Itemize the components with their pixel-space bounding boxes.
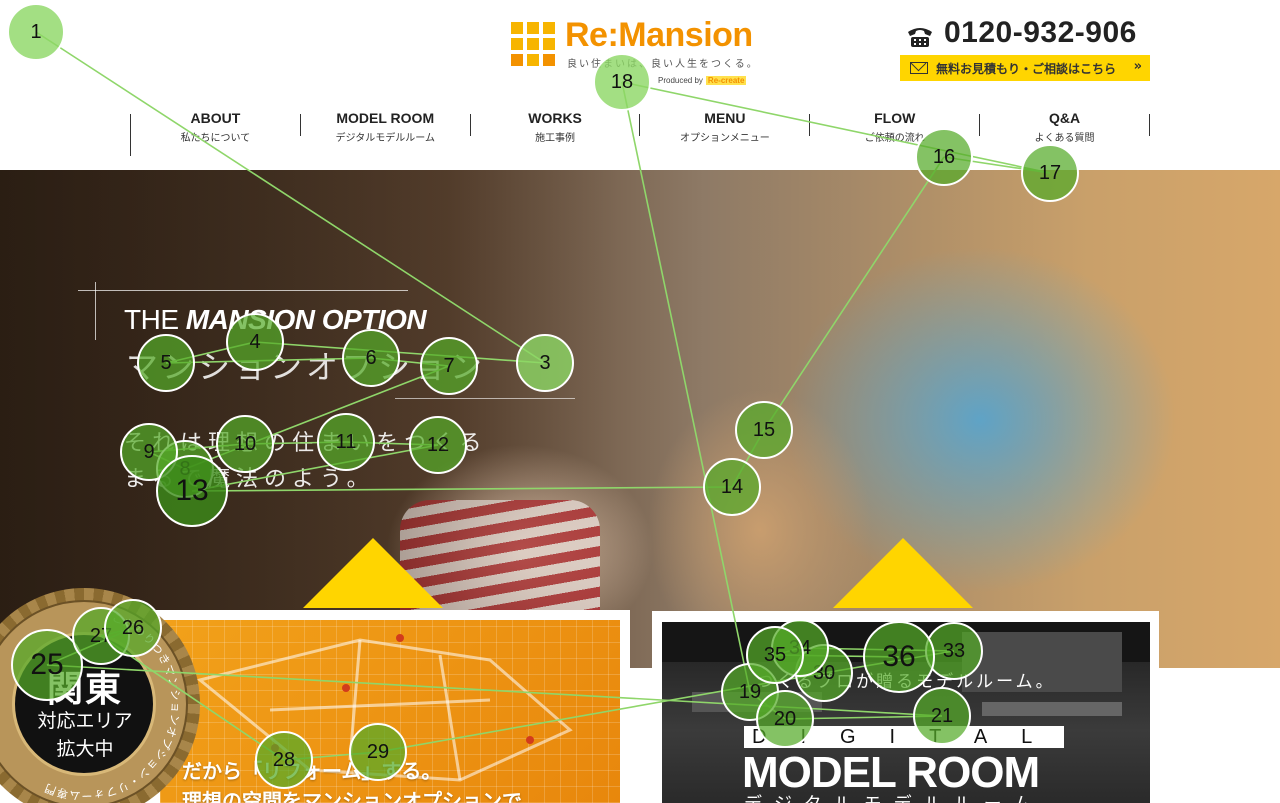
gaze-point: 36 [863,621,935,693]
nav-item-qa[interactable]: Q&A よくある質問 [980,110,1150,144]
gaze-point: 35 [746,626,804,684]
gaze-point: 17 [1021,144,1079,202]
nav-item-label: WORKS [528,110,582,126]
gaze-point: 6 [342,329,400,387]
gaze-point: 18 [593,53,651,111]
gaze-point: 12 [409,416,467,474]
gaze-point: 1 [7,3,65,61]
gaze-point: 20 [756,690,814,748]
produced-label: Produced by [658,76,703,85]
gaze-point: 13 [156,455,228,527]
telephone-icon [908,28,932,47]
nav-item-label: Q&A [1048,110,1081,126]
gaze-point: 14 [703,458,761,516]
contact-button-label: 無料お見積もり・ご相談はこちら [936,61,1117,76]
nav-item-menu[interactable]: MENU オプションメニュー [640,110,811,144]
card-pointer-triangle [303,538,443,608]
gaze-point: 4 [226,313,284,371]
hero-divider [78,290,408,291]
logo-produced-by: Produced by Re-create [658,76,747,85]
produced-brand: Re-create [705,76,747,85]
gaze-point: 11 [317,413,375,471]
hero-divider [395,398,575,399]
double-chevron-icon: » [1133,59,1142,74]
nav-item-sublabel: オプションメニュー [680,133,770,144]
gaze-point: 26 [104,599,162,657]
gaze-point: 16 [915,128,973,186]
nav-item-label: MODEL ROOM [336,110,435,126]
nav-item-label: FLOW [874,110,916,126]
phone-number[interactable]: 0120-932-906 [944,16,1137,50]
nav-item-label: MENU [704,110,746,126]
logo-mark-icon [511,22,555,66]
gaze-point: 28 [255,731,313,789]
nav-item-about[interactable]: ABOUT 私たちについて [131,110,301,144]
nav-item-model-room[interactable]: MODEL ROOM デジタルモデルルーム [301,110,471,144]
nav-item-sublabel: デジタルモデルルーム [335,133,435,144]
hero-title-prefix: THE [124,304,186,335]
nav-item-label: ABOUT [190,110,241,126]
gaze-point: 10 [216,415,274,473]
contact-button[interactable]: 無料お見積もり・ご相談はこちら » [900,55,1150,81]
gaze-point: 21 [913,687,971,745]
badge-expanding-label: 拡大中 [56,738,114,760]
gaze-point: 3 [516,334,574,392]
main-nav: ABOUT 私たちについて MODEL ROOM デジタルモデルルーム WORK… [130,110,1150,156]
phone-block[interactable]: 0120-932-906 [906,16,1146,56]
nav-item-sublabel: よくある質問 [1034,133,1095,144]
hero-title-bold: MANSION OPTION [185,304,427,335]
gaze-point: 5 [137,334,195,392]
model-card-subtitle: デジタルモデルルーム [744,790,1043,803]
gaze-point: 15 [735,401,793,459]
badge-area-label: 対応エリア [37,710,133,732]
gaze-point: 29 [349,723,407,781]
envelope-icon [910,62,928,74]
nav-item-sublabel: 施工事例 [535,133,576,144]
card-pointer-triangle [833,538,973,608]
nav-item-sublabel: 私たちについて [180,133,251,144]
nav-item-works[interactable]: WORKS 施工事例 [471,110,641,144]
logo-wordmark: Re:Mansion [565,16,753,54]
gaze-point: 7 [420,337,478,395]
